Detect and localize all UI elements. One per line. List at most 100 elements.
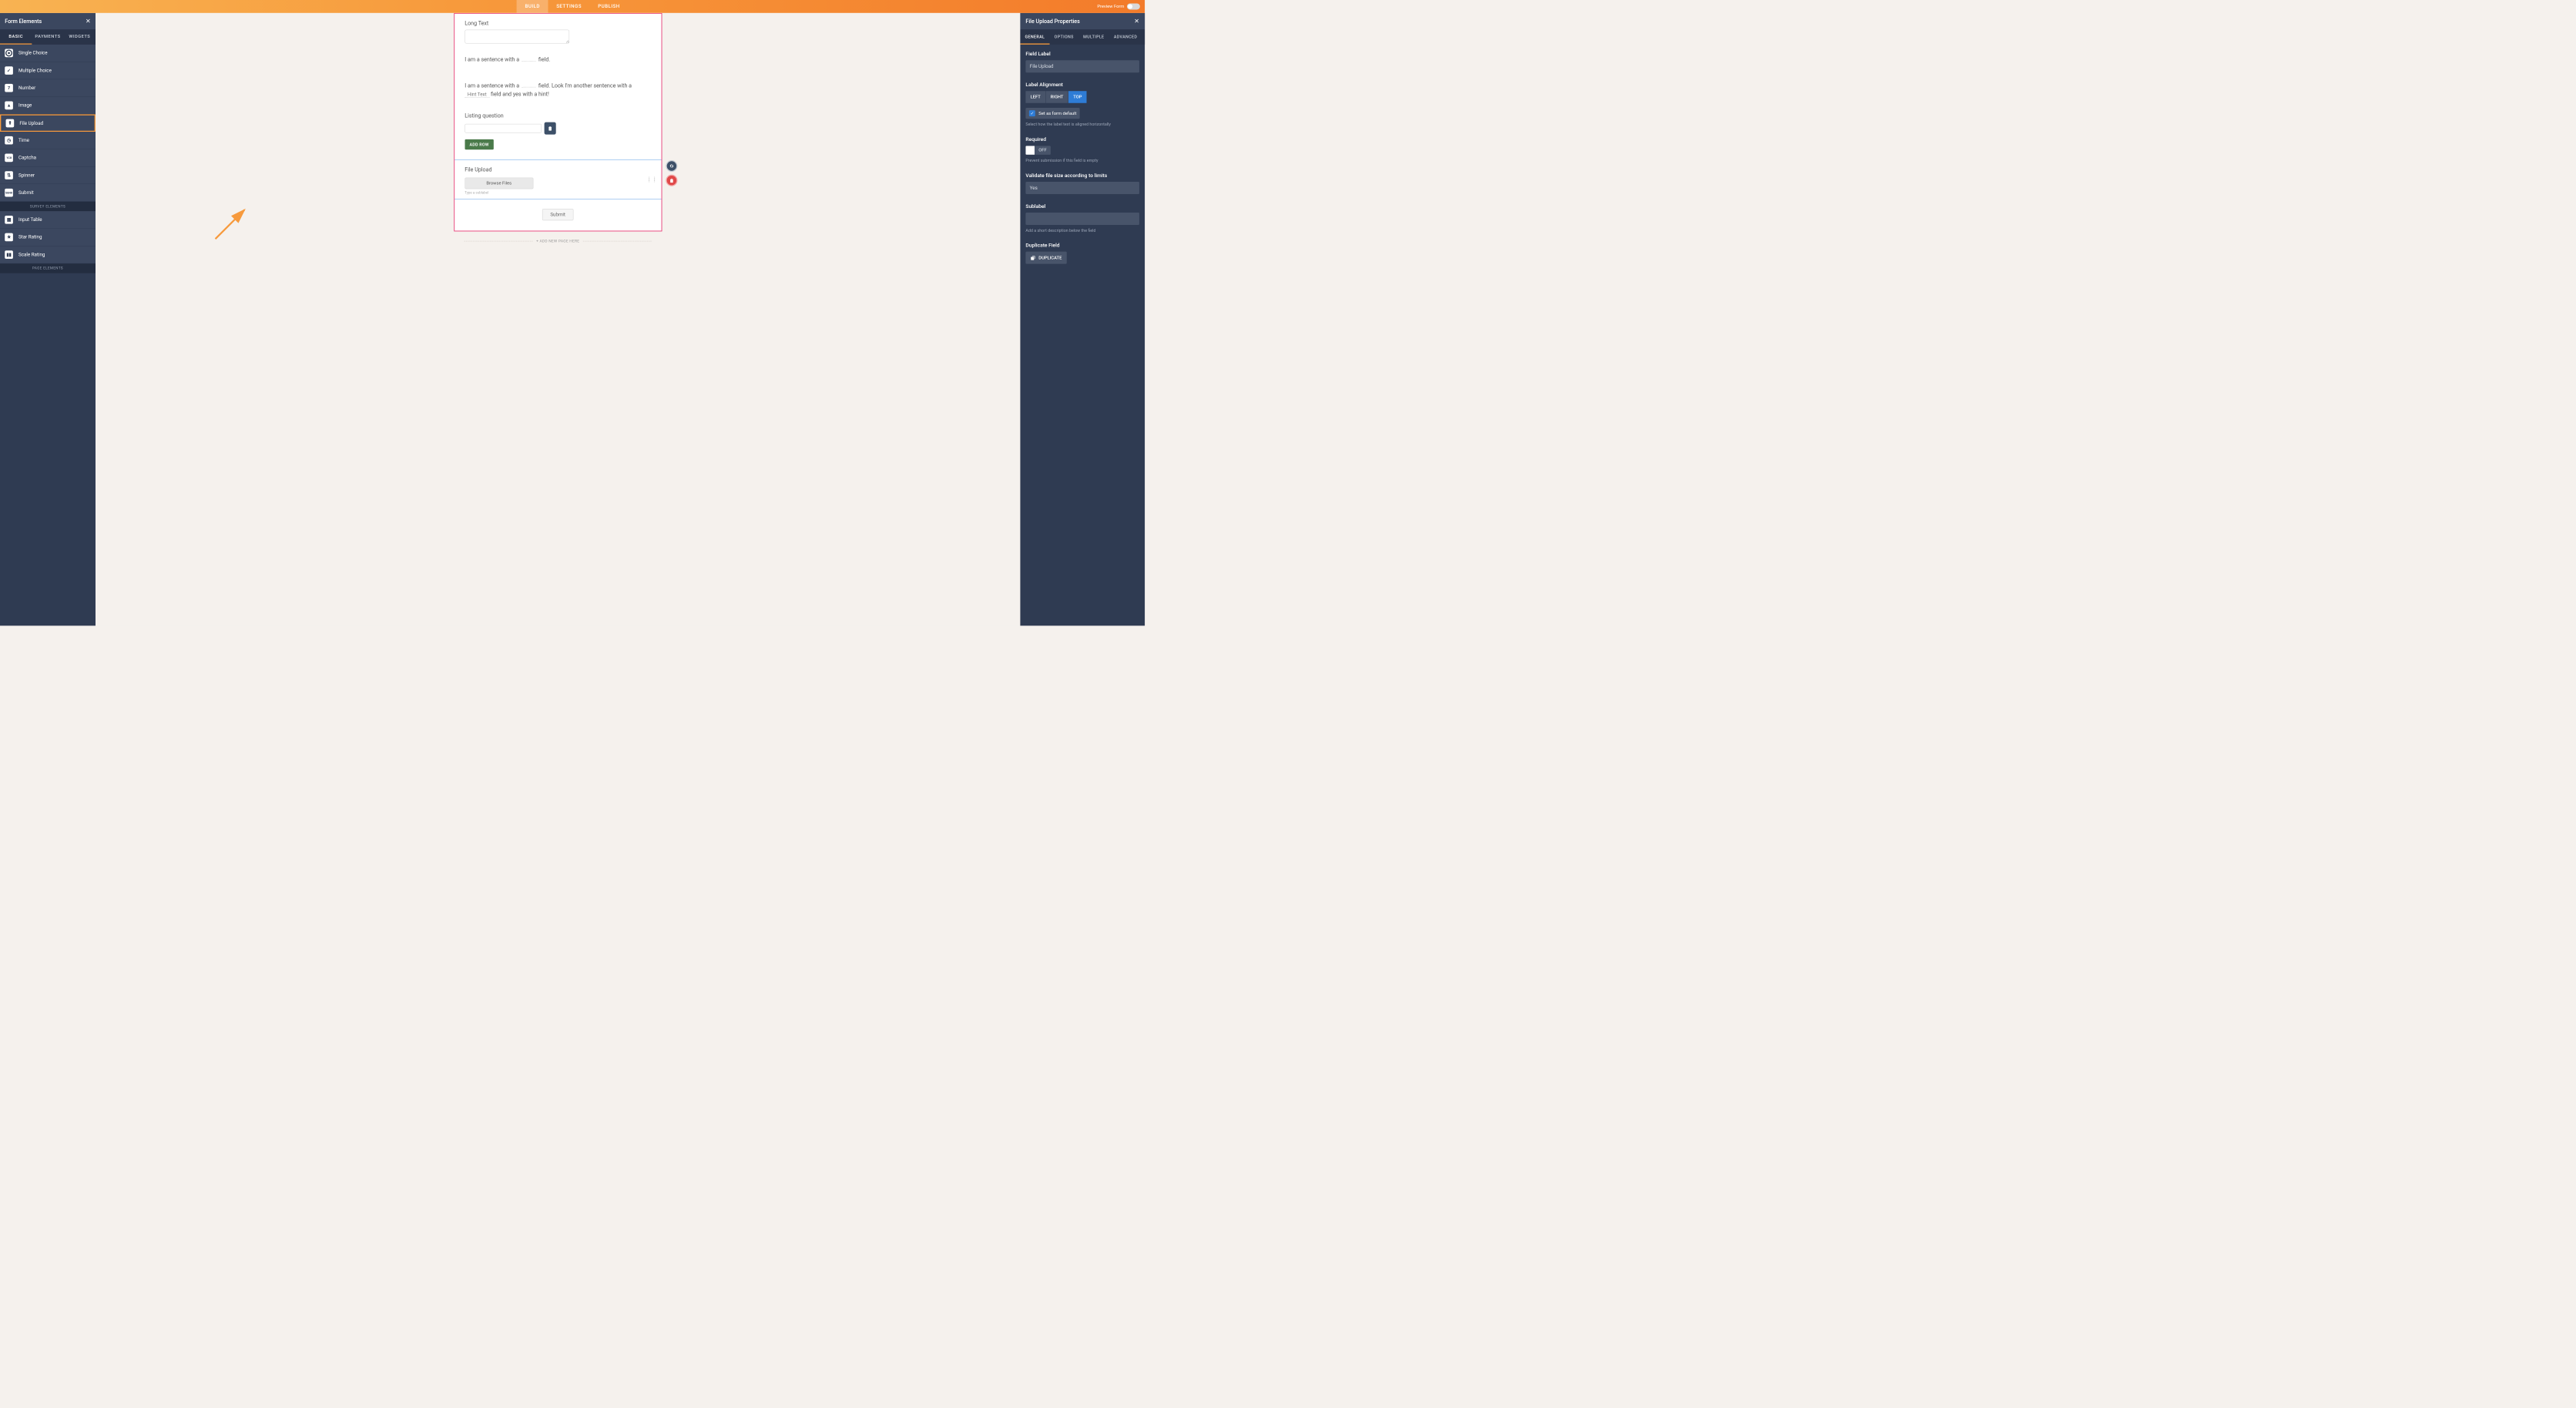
tab-settings[interactable]: SETTINGS: [548, 0, 590, 13]
duplicate-button-label: DUPLICATE: [1038, 255, 1062, 260]
element-time[interactable]: ◷ Time: [0, 132, 96, 149]
long-text-input[interactable]: [465, 30, 569, 44]
element-image[interactable]: ▲ Image: [0, 97, 96, 115]
element-scale-rating[interactable]: ▮▮ Scale Rating: [0, 246, 96, 264]
element-label: Scale Rating: [18, 252, 45, 257]
prop-tab-options[interactable]: OPTIONS: [1049, 29, 1078, 45]
element-label: Submit: [18, 190, 34, 196]
delete-row-button[interactable]: [544, 122, 555, 135]
add-page-button[interactable]: + ADD NEW PAGE HERE: [465, 239, 652, 243]
element-captcha[interactable]: 1C8 Captcha: [0, 149, 96, 167]
gear-icon: [669, 163, 674, 169]
spinner-icon: ⇅: [5, 171, 13, 179]
sentence-text: I am a sentence with a: [465, 56, 519, 62]
check-icon: ✓: [1029, 110, 1035, 116]
sentence-text: field. Look I'm another sentence with a: [538, 82, 632, 88]
list-item-input[interactable]: [465, 124, 542, 133]
annotation-arrow-icon: [212, 201, 253, 242]
required-help: Prevent submission if this field is empt…: [1025, 157, 1139, 163]
sidebar-right: File Upload Properties ✕ GENERAL OPTIONS…: [1020, 13, 1145, 625]
prop-tab-multiple[interactable]: MULTIPLE: [1078, 29, 1109, 45]
long-text-label: Long Text: [465, 20, 651, 26]
element-label: Multiple Choice: [18, 68, 52, 73]
validate-title: Validate file size according to limits: [1025, 172, 1139, 178]
element-label: Time: [18, 138, 29, 143]
file-upload-label: File Upload: [465, 166, 651, 173]
header-bar: BUILD SETTINGS PUBLISH Preview Form: [0, 0, 1145, 13]
sublabel-input[interactable]: [1025, 213, 1139, 225]
tab-build[interactable]: BUILD: [517, 0, 548, 13]
element-label: Single Choice: [18, 50, 48, 55]
clock-icon: ◷: [5, 136, 13, 145]
table-icon: ▦: [5, 216, 13, 224]
preview-form-label: Preview Form: [1097, 4, 1124, 9]
prop-tab-general[interactable]: GENERAL: [1020, 29, 1049, 45]
number-icon: 7: [5, 84, 13, 92]
radio-icon: [5, 49, 13, 58]
captcha-icon: 1C8: [5, 154, 13, 163]
sublabel-help: Add a short description below the field: [1025, 227, 1139, 233]
sidebar-title: Form Elements: [5, 18, 42, 24]
drag-handle-icon[interactable]: ⋮⋮⋮⋮: [647, 178, 658, 181]
sentence-text: field.: [538, 56, 550, 62]
element-label: Number: [18, 85, 35, 91]
align-top-button[interactable]: TOP: [1068, 91, 1087, 103]
element-label: File Upload: [19, 120, 43, 126]
add-page-label: + ADD NEW PAGE HERE: [536, 239, 579, 243]
set-default-checkbox[interactable]: ✓ Set as form default: [1025, 108, 1079, 119]
element-label: Captcha: [18, 155, 36, 160]
tab-publish[interactable]: PUBLISH: [590, 0, 629, 13]
duplicate-button[interactable]: DUPLICATE: [1025, 252, 1066, 264]
blank-input[interactable]: [522, 82, 536, 87]
align-right-button[interactable]: RIGHT: [1045, 91, 1068, 103]
submit-button[interactable]: Submit: [542, 209, 573, 220]
fill-blank-sentence-2: I am a sentence with a field. Look I'm a…: [465, 81, 651, 99]
prop-tab-advanced[interactable]: ADVANCED: [1109, 29, 1142, 45]
close-icon[interactable]: ✕: [86, 18, 91, 25]
send-icon: SEND: [5, 189, 13, 197]
sentence-text: I am a sentence with a: [465, 82, 519, 88]
element-input-table[interactable]: ▦ Input Table: [0, 211, 96, 229]
element-star-rating[interactable]: ★ Star Rating: [0, 229, 96, 246]
blank-input[interactable]: [522, 56, 536, 61]
image-icon: ▲: [5, 102, 13, 110]
element-label: Image: [18, 102, 32, 108]
hint-input[interactable]: [465, 92, 489, 98]
sentence-text: field and yes with a hint!: [491, 91, 549, 97]
element-number[interactable]: 7 Number: [0, 79, 96, 97]
align-left-button[interactable]: LEFT: [1025, 91, 1045, 103]
form-card: Long Text I am a sentence with a field. …: [454, 13, 662, 231]
properties-title: File Upload Properties: [1025, 18, 1079, 24]
close-icon[interactable]: ✕: [1134, 18, 1139, 25]
section-page: PAGE ELEMENTS: [0, 263, 96, 273]
element-label: Input Table: [18, 217, 42, 223]
element-spinner[interactable]: ⇅ Spinner: [0, 166, 96, 184]
star-icon: ★: [5, 233, 13, 242]
trash-icon: [669, 178, 674, 183]
sidebar-left: Form Elements ✕ BASIC PAYMENTS WIDGETS S…: [0, 13, 96, 625]
preview-toggle[interactable]: [1127, 3, 1140, 9]
element-submit[interactable]: SEND Submit: [0, 184, 96, 202]
element-file-upload[interactable]: ⬆ File Upload: [0, 114, 96, 132]
sidebar-tab-widgets[interactable]: WIDGETS: [64, 29, 96, 45]
listing-label: Listing question: [465, 112, 651, 119]
canvas: Long Text I am a sentence with a field. …: [96, 13, 1020, 625]
sublabel-placeholder[interactable]: Type a sublabel: [465, 191, 651, 195]
add-row-button[interactable]: ADD ROW: [465, 139, 494, 149]
checkbox-icon: ✓: [5, 66, 13, 75]
trash-icon: [547, 126, 552, 131]
bars-icon: ▮▮: [5, 250, 13, 259]
field-label-input[interactable]: [1025, 60, 1139, 72]
required-toggle[interactable]: OFF: [1025, 146, 1051, 155]
delete-field-button[interactable]: [666, 175, 677, 186]
settings-button[interactable]: [666, 160, 677, 172]
checkbox-label: Set as form default: [1038, 111, 1076, 116]
browse-files-button[interactable]: Browse Files: [465, 178, 533, 189]
upload-icon: ⬆: [6, 119, 15, 127]
sidebar-tab-basic[interactable]: BASIC: [0, 29, 32, 45]
validate-select[interactable]: Yes: [1025, 182, 1139, 194]
alignment-help: Select how the label text is aligned hor…: [1025, 122, 1139, 127]
element-single-choice[interactable]: Single Choice: [0, 45, 96, 62]
element-multiple-choice[interactable]: ✓ Multiple Choice: [0, 62, 96, 79]
sidebar-tab-payments[interactable]: PAYMENTS: [32, 29, 63, 45]
